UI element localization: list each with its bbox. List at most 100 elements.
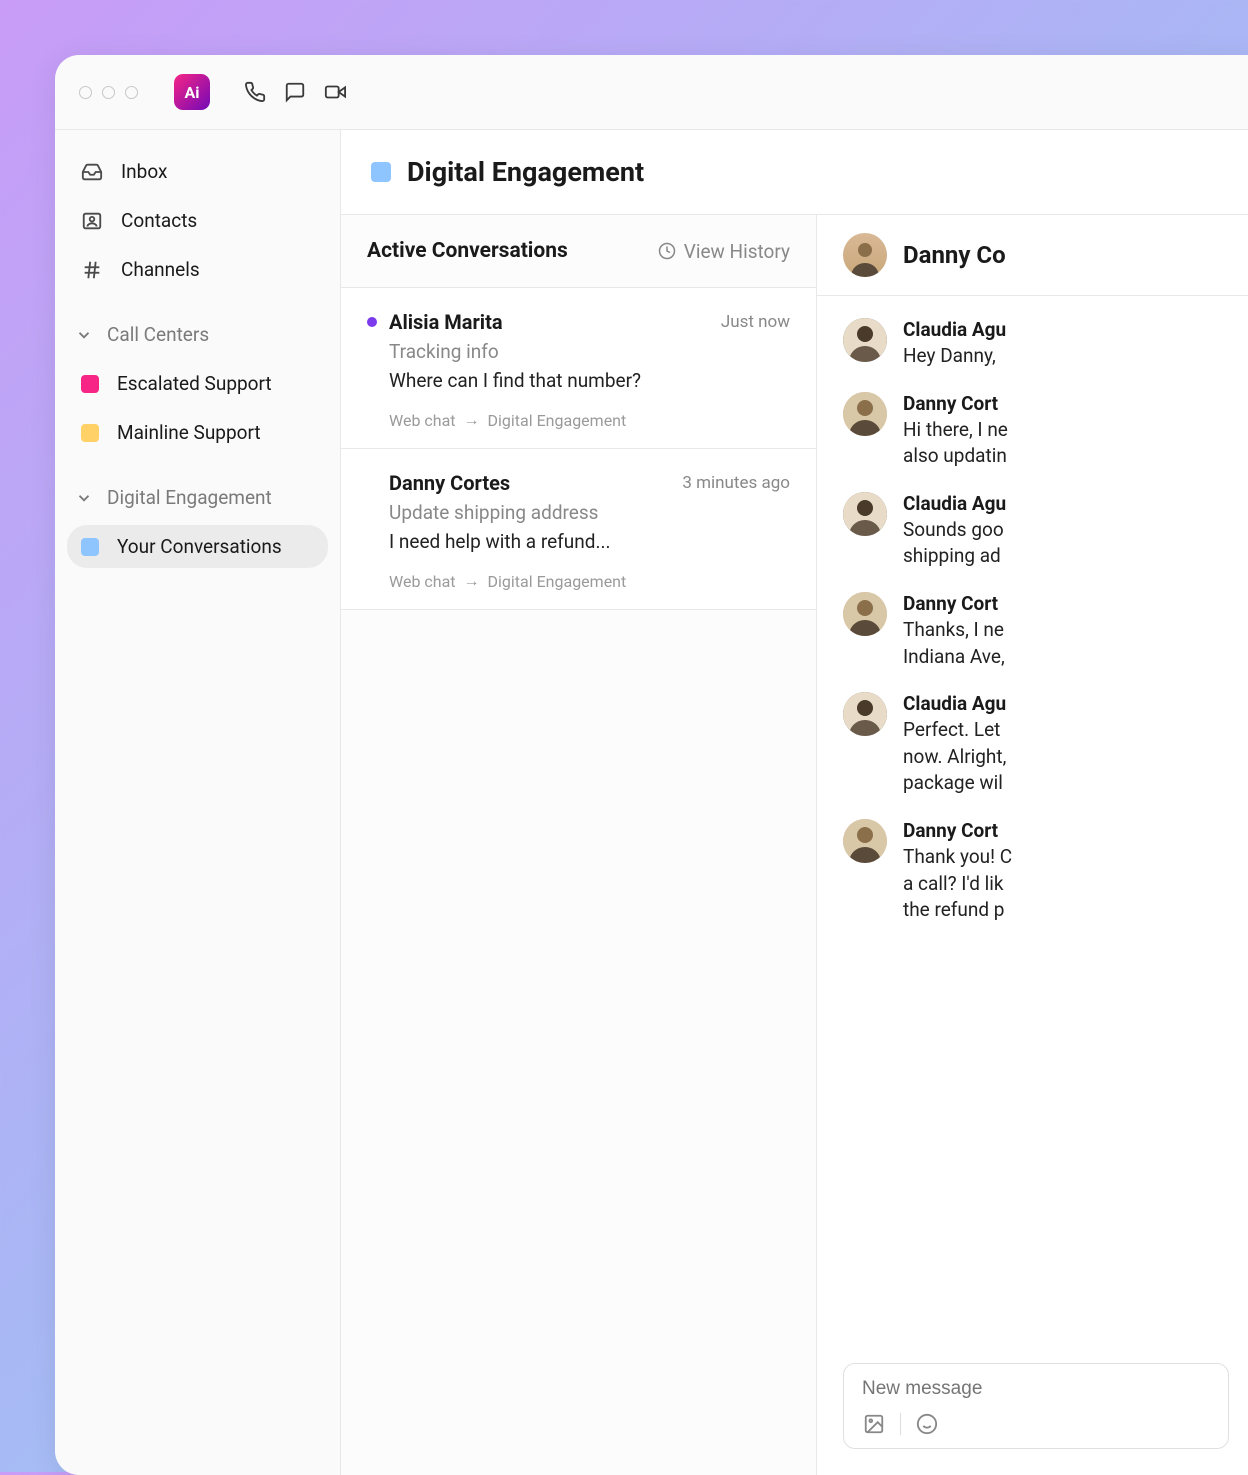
view-history-link[interactable]: View History [658,240,790,263]
sidebar-item-label: Your Conversations [117,535,282,558]
main: Inbox Contacts Channels Call Centers [55,130,1248,1475]
content: Digital Engagement Active Conversations … [341,130,1248,1475]
msg-text: package wil [903,770,1229,797]
msg-text: Indiana Ave, [903,644,1229,671]
app-window: Ai Inbox Contacts [55,55,1248,1475]
conversations-panel: Active Conversations View History Alisia… [341,215,817,1475]
image-icon[interactable] [862,1412,886,1436]
msg-author: Danny Cort [903,819,1229,842]
convo-time: Just now [721,312,790,332]
convo-time: 3 minutes ago [682,473,790,493]
convo-path: Web chat → Digital Engagement [389,571,790,591]
phone-icon[interactable] [242,79,268,105]
inbox-icon [81,161,103,183]
chevron-down-icon [75,326,93,344]
conversation-item[interactable]: Alisia Marita Just now Tracking info Whe… [341,288,816,449]
unread-dot [367,317,377,327]
page-title: Digital Engagement [407,156,644,188]
emoji-icon[interactable] [915,1412,939,1436]
avatar [843,819,887,863]
columns: Active Conversations View History Alisia… [341,215,1248,1475]
separator [900,1413,901,1435]
sidebar-item-your-conversations[interactable]: Your Conversations [67,525,328,568]
nav-contacts[interactable]: Contacts [67,199,328,242]
msg-text: Thank you! C [903,844,1229,871]
maximize-dot[interactable] [125,86,138,99]
sidebar: Inbox Contacts Channels Call Centers [55,130,341,1475]
message: Claudia Agu Hey Danny, [843,318,1229,370]
square-icon [81,375,99,393]
section-call-centers[interactable]: Call Centers [67,313,328,356]
square-icon [371,162,391,182]
app-logo: Ai [174,74,210,110]
message: Claudia Agu Sounds goo shipping ad [843,492,1229,570]
arrow-right-icon: → [464,571,480,591]
message: Danny Cort Hi there, I ne also updatin [843,392,1229,470]
message-composer[interactable] [843,1363,1229,1449]
avatar [843,318,887,362]
avatar [843,692,887,736]
clock-icon [658,242,676,260]
conversation-item[interactable]: Danny Cortes 3 minutes ago Update shippi… [341,449,816,610]
sidebar-item-label: Mainline Support [117,421,261,444]
history-label: View History [684,240,790,263]
message: Danny Cort Thank you! C a call? I'd lik … [843,819,1229,924]
square-icon [81,538,99,556]
msg-text: Hey Danny, [903,343,1229,370]
nav-inbox[interactable]: Inbox [67,150,328,193]
thread-name: Danny Co [903,241,1006,269]
convo-subject: Update shipping address [389,501,790,524]
arrow-right-icon: → [464,410,480,430]
sidebar-item-mainline[interactable]: Mainline Support [67,411,328,454]
nav-label: Contacts [121,209,197,232]
nav-label: Channels [121,258,200,281]
msg-text: Hi there, I ne [903,417,1229,444]
chat-icon[interactable] [282,79,308,105]
message-input[interactable] [862,1378,1210,1400]
close-dot[interactable] [79,86,92,99]
contacts-icon [81,210,103,232]
hash-icon [81,259,103,281]
message: Danny Cort Thanks, I ne Indiana Ave, [843,592,1229,670]
video-icon[interactable] [322,79,348,105]
convo-path: Web chat → Digital Engagement [389,410,790,430]
sidebar-item-escalated[interactable]: Escalated Support [67,362,328,405]
avatar [843,492,887,536]
window-controls [79,86,138,99]
convo-subject: Tracking info [389,340,790,363]
minimize-dot[interactable] [102,86,115,99]
convos-title: Active Conversations [367,239,568,263]
square-icon [81,424,99,442]
msg-text: Thanks, I ne [903,617,1229,644]
msg-text: also updatin [903,443,1229,470]
msg-text: Sounds goo [903,517,1229,544]
chevron-down-icon [75,489,93,507]
msg-author: Claudia Agu [903,492,1229,515]
nav-label: Inbox [121,160,167,183]
messages: Claudia Agu Hey Danny, Danny Cort Hi the… [817,296,1248,1363]
section-title: Call Centers [107,323,209,346]
convo-name: Danny Cortes [389,471,670,495]
page-header: Digital Engagement [341,130,1248,215]
msg-text: Perfect. Let [903,717,1229,744]
msg-text: shipping ad [903,543,1229,570]
msg-text: a call? I'd lik [903,871,1229,898]
titlebar: Ai [55,55,1248,130]
avatar [843,392,887,436]
nav-channels[interactable]: Channels [67,248,328,291]
msg-author: Claudia Agu [903,318,1229,341]
avatar [843,233,887,277]
thread-header: Danny Co [817,215,1248,296]
convo-preview: I need help with a refund... [389,530,790,553]
convo-name: Alisia Marita [389,310,709,334]
section-digital-engagement[interactable]: Digital Engagement [67,476,328,519]
msg-author: Danny Cort [903,592,1229,615]
section-title: Digital Engagement [107,486,272,509]
msg-author: Claudia Agu [903,692,1229,715]
avatar [843,592,887,636]
msg-text: now. Alright, [903,744,1229,771]
thread-panel: Danny Co Claudia Agu Hey Danny, [817,215,1248,1475]
message: Claudia Agu Perfect. Let now. Alright, p… [843,692,1229,797]
convos-header: Active Conversations View History [341,215,816,288]
sidebar-item-label: Escalated Support [117,372,272,395]
